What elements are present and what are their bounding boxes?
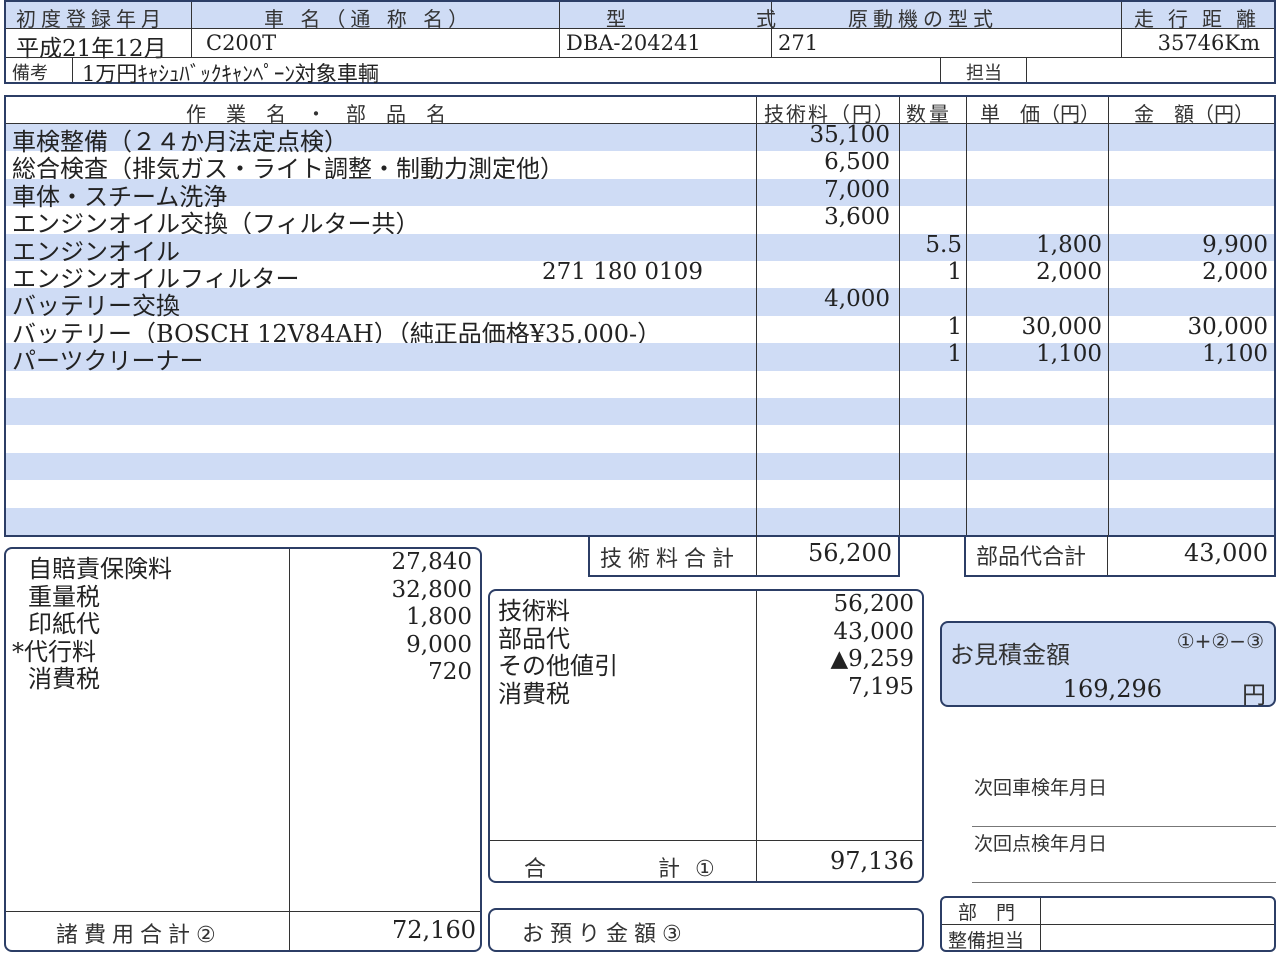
qty-header: 数量 bbox=[906, 102, 952, 126]
deposit-box: お預り金額③ bbox=[488, 908, 924, 952]
unit-price-value: 30,000 bbox=[1021, 313, 1102, 340]
fee-value: 1,800 bbox=[406, 604, 472, 630]
car-name-value: C200T bbox=[206, 31, 277, 55]
work-row-empty bbox=[6, 480, 1274, 507]
qty-value: 1 bbox=[947, 313, 962, 340]
part-number: 271 180 0109 bbox=[542, 259, 703, 285]
remark-label: 備考 bbox=[12, 63, 48, 84]
work-row: 車検整備（２４か月法定点検） 35,100 bbox=[6, 122, 1274, 156]
mileage-value: 35746Km bbox=[1157, 31, 1260, 55]
car-name-header: 車 名（通 称 名） bbox=[264, 7, 474, 31]
summary-total-label-b: 計 ① bbox=[658, 857, 715, 882]
fee-row: 重量税 32,800 bbox=[6, 576, 480, 611]
labor-value: 4,000 bbox=[824, 286, 890, 313]
summary-value: 56,200 bbox=[833, 591, 914, 617]
work-row-empty bbox=[6, 371, 1274, 398]
fees-total-value: 72,160 bbox=[392, 916, 476, 944]
next-check-label: 次回点検年月日 bbox=[974, 833, 1108, 855]
unit-price-value: 1,800 bbox=[1036, 231, 1102, 258]
estimate-box: お見積金額 ①+②−③ 169,296 円 bbox=[940, 621, 1276, 709]
summary-value: 43,000 bbox=[833, 618, 914, 645]
labor-value: 35,100 bbox=[809, 122, 890, 148]
work-row-empty bbox=[6, 398, 1274, 426]
dept-label: 部 門 bbox=[958, 902, 1016, 924]
qty-value: 1 bbox=[947, 259, 962, 285]
fee-value: 720 bbox=[428, 659, 472, 685]
dept-box: 部 門 整備担当 bbox=[940, 896, 1276, 952]
fee-row: 消費税 720 bbox=[6, 659, 480, 693]
labor-total-box: 技術料合計 56,200 bbox=[588, 535, 900, 577]
summary-box: 技術料 56,200 部品代 43,000 その他値引 ▲9,259 消費税 7,195 合 … bbox=[488, 589, 924, 883]
work-row-empty bbox=[6, 425, 1274, 452]
fee-row: *代行料 9,000 bbox=[6, 631, 480, 666]
amount-value: 30,000 bbox=[1187, 313, 1268, 340]
labor-value: 6,500 bbox=[824, 149, 890, 176]
labor-value: 3,600 bbox=[824, 204, 890, 231]
fee-row: 印紙代 1,800 bbox=[6, 604, 480, 638]
summary-label: 消費税 bbox=[498, 679, 570, 708]
mileage-header: 走行距離 bbox=[1134, 7, 1270, 31]
next-inspection-label: 次回車検年月日 bbox=[974, 777, 1108, 799]
work-row: パーツクリーナー 1 1,100 1,100 bbox=[6, 341, 1274, 375]
unit-price-value: 2,000 bbox=[1036, 259, 1102, 285]
qty-value: 1 bbox=[947, 341, 962, 368]
summary-row: 消費税 7,195 bbox=[490, 673, 922, 708]
unit-header: 単 価（円） bbox=[980, 102, 1100, 126]
fee-value: 27,840 bbox=[391, 549, 472, 575]
summary-row: 部品代 43,000 bbox=[490, 618, 922, 653]
labor-value: 7,000 bbox=[824, 176, 890, 203]
staff-label: 担当 bbox=[966, 63, 1002, 84]
work-row-empty bbox=[6, 452, 1274, 481]
summary-total-value: 97,136 bbox=[830, 847, 914, 875]
deposit-label: お預り金額③ bbox=[522, 922, 688, 947]
amount-header: 金 額（円） bbox=[1134, 102, 1254, 126]
work-row: エンジンオイルフィルター 271 180 0109 1 2,000 2,000 bbox=[6, 259, 1274, 293]
amount-value: 1,100 bbox=[1202, 341, 1268, 368]
labor-total-label: 技術料合計 bbox=[600, 547, 741, 572]
fee-value: 32,800 bbox=[391, 576, 472, 603]
work-row: バッテリー（BOSCH 12V84AH）（純正品価格¥35,000-） 1 30,0… bbox=[6, 313, 1274, 348]
model-value: DBA-204241 bbox=[566, 31, 701, 55]
summary-value: ▲9,259 bbox=[830, 646, 914, 672]
work-row: 車体・スチーム洗浄 7,000 bbox=[6, 176, 1274, 211]
parts-total-label: 部品代合計 bbox=[976, 545, 1087, 570]
summary-row: 技術料 56,200 bbox=[490, 591, 922, 625]
work-table-header: 作 業 名 ・ 部 品 名 技術料（円） 数量 単 価（円） 金 額（円） bbox=[6, 97, 1274, 126]
labor-total-value: 56,200 bbox=[808, 539, 892, 567]
fees-box: 自賠責保険料 27,840 重量税 32,800 印紙代 1,800 *代行料 9,000 消費… bbox=[4, 547, 482, 952]
fee-row: 自賠責保険料 27,840 bbox=[6, 549, 480, 583]
model-header: 型 式 bbox=[606, 7, 806, 31]
vehicle-info-table: 初度登録年月 車 名（通 称 名） 型 式 原動機の型式 走行距離 平成21年1… bbox=[4, 0, 1276, 86]
mechanic-label: 整備担当 bbox=[948, 930, 1025, 952]
work-row: エンジンオイル交換（フィルター共） 3,600 bbox=[6, 204, 1274, 238]
summary-total-label-a: 合 bbox=[524, 857, 547, 882]
work-table: 作 業 名 ・ 部 品 名 技術料（円） 数量 単 価（円） 金 額（円） 車検… bbox=[4, 95, 1276, 537]
estimate-label: お見積金額 bbox=[950, 641, 1070, 669]
work-row: バッテリー交換 4,000 bbox=[6, 286, 1274, 320]
estimate-value: 169,296 bbox=[1062, 675, 1162, 703]
work-row-empty bbox=[6, 507, 1274, 535]
work-rows: 車検整備（２４か月法定点検） 35,100 総合検査（排気ガス・ライト調整・制動力測… bbox=[6, 122, 1274, 535]
summary-value: 7,195 bbox=[848, 673, 914, 700]
parts-total-box: 部品代合計 43,000 bbox=[964, 535, 1276, 577]
fee-value: 9,000 bbox=[406, 631, 472, 658]
vehicle-header-row: 初度登録年月 車 名（通 称 名） 型 式 原動機の型式 走行距離 bbox=[6, 2, 1274, 31]
estimate-unit: 円 bbox=[1242, 681, 1266, 709]
fees-total-label: 諸費用合計② bbox=[56, 923, 222, 948]
work-row: エンジンオイル 5.5 1,800 9,900 bbox=[6, 231, 1274, 266]
fee-label: 消費税 bbox=[28, 665, 100, 693]
remark-value: 1万円ｷｬｼｭﾊﾞｯｸｷｬﾝﾍﾟｰﾝ対象車輌 bbox=[82, 62, 379, 86]
unit-price-value: 1,100 bbox=[1036, 341, 1102, 368]
qty-value: 5.5 bbox=[925, 231, 962, 258]
amount-value: 2,000 bbox=[1202, 259, 1268, 285]
estimate-formula: ①+②−③ bbox=[1176, 629, 1264, 653]
reg-date-header: 初度登録年月 bbox=[16, 7, 166, 31]
engine-header: 原動機の型式 bbox=[848, 7, 998, 31]
amount-value: 9,900 bbox=[1202, 231, 1268, 258]
parts-total-value: 43,000 bbox=[1184, 539, 1268, 567]
summary-row: その他値引 ▲9,259 bbox=[490, 646, 922, 680]
engine-value: 271 bbox=[778, 31, 819, 55]
work-row: 総合検査（排気ガス・ライト調整・制動力測定他） 6,500 bbox=[6, 149, 1274, 183]
